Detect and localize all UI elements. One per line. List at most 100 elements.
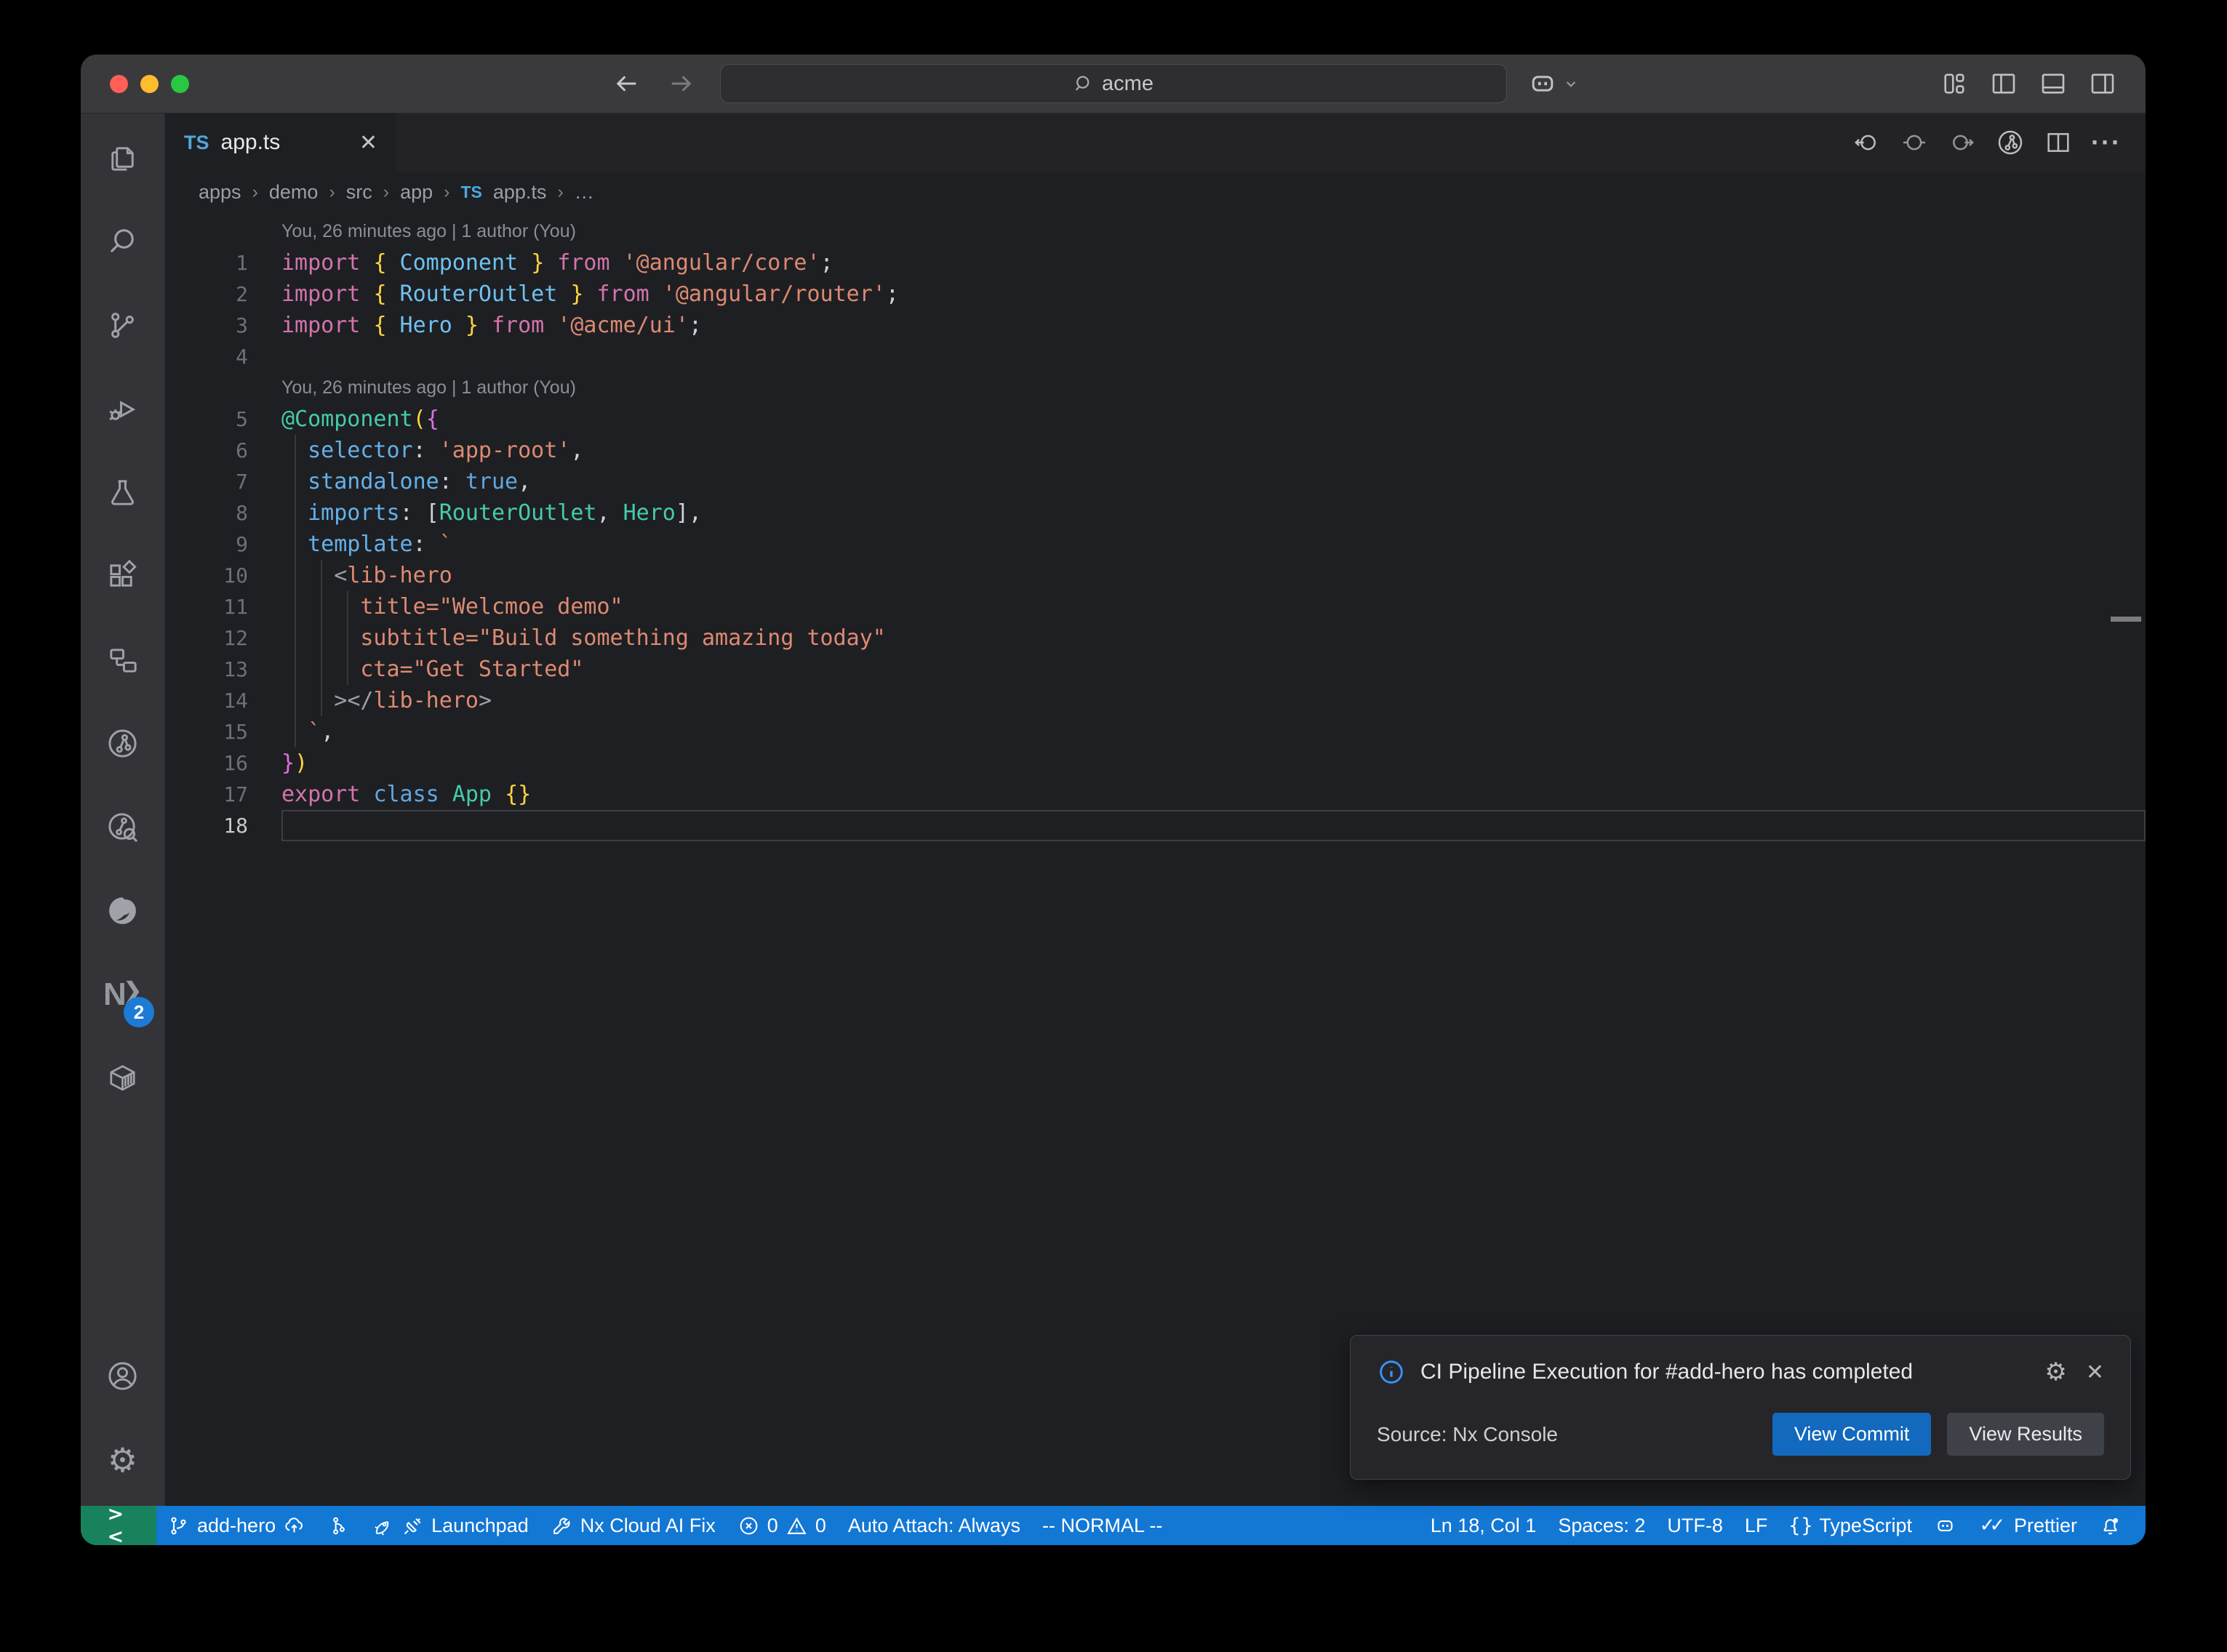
line-number: 10 bbox=[165, 560, 281, 591]
code-line-3: 3import { Hero } from '@acme/ui'; bbox=[165, 310, 2146, 341]
activity-run-and-debug[interactable] bbox=[81, 367, 164, 451]
status-cursor-position[interactable]: Ln 18, Col 1 bbox=[1420, 1506, 1548, 1545]
more-actions-button[interactable]: ··· bbox=[2092, 128, 2121, 157]
breadcrumb-item-src[interactable]: src bbox=[346, 181, 372, 204]
notification-settings-icon[interactable]: ⚙ bbox=[2044, 1358, 2066, 1387]
blame-annotation: You, 26 minutes ago | 1 author (You) bbox=[165, 216, 2146, 247]
code-area[interactable]: You, 26 minutes ago | 1 author (You)1imp… bbox=[165, 213, 2146, 1506]
activity-source-control[interactable] bbox=[81, 284, 164, 367]
indent-guide bbox=[321, 560, 322, 716]
breadcrumb-symbol[interactable]: … bbox=[575, 181, 594, 204]
activity-extensions[interactable] bbox=[81, 534, 164, 618]
toggle-primary-sidebar-button[interactable] bbox=[1988, 68, 2019, 99]
line-number: 4 bbox=[165, 341, 281, 372]
forward-arrow-button[interactable] bbox=[665, 68, 696, 99]
rocket-icon bbox=[372, 1515, 394, 1537]
notification-source: Source: Nx Console bbox=[1377, 1423, 1558, 1446]
activity-nx-console[interactable]: N❯2 bbox=[81, 953, 164, 1036]
code-line-4: 4 bbox=[165, 341, 2146, 372]
activity-edge-devtools[interactable] bbox=[81, 869, 164, 953]
line-content bbox=[281, 341, 2146, 372]
minimize-window-button[interactable] bbox=[140, 75, 159, 93]
toggle-panel-button[interactable] bbox=[2038, 68, 2068, 99]
status-eol[interactable]: LF bbox=[1734, 1506, 1779, 1545]
activity-manage[interactable]: ⚙ bbox=[81, 1418, 164, 1501]
code-line-12: 12 subtitle="Build something amazing tod… bbox=[165, 622, 2146, 654]
command-center-search[interactable]: acme bbox=[720, 64, 1507, 103]
line-content: imports: [RouterOutlet, Hero], bbox=[281, 497, 2146, 529]
line-number: 12 bbox=[165, 622, 281, 654]
close-tab-icon[interactable]: ✕ bbox=[359, 130, 377, 156]
code-line-8: 8 imports: [RouterOutlet, Hero], bbox=[165, 497, 2146, 529]
activity-explorer[interactable] bbox=[81, 116, 164, 200]
notification-close-icon[interactable]: ✕ bbox=[2086, 1360, 2104, 1385]
breadcrumb-separator: › bbox=[329, 182, 335, 203]
line-content: import { Hero } from '@acme/ui'; bbox=[281, 310, 2146, 341]
status-copilot[interactable] bbox=[1923, 1506, 1967, 1545]
breadcrumb-item-demo[interactable]: demo bbox=[269, 181, 319, 204]
line-content: import { Component } from '@angular/core… bbox=[281, 247, 2146, 278]
copilot-menu-button[interactable] bbox=[1527, 68, 1580, 100]
search-value: acme bbox=[1102, 72, 1154, 96]
line-content: cta="Get Started" bbox=[281, 654, 2146, 685]
status-label: Launchpad bbox=[431, 1515, 529, 1537]
status-remote[interactable]: >< bbox=[81, 1506, 156, 1545]
tab-app-ts[interactable]: TS app.ts ✕ bbox=[165, 113, 396, 172]
activity-project-view[interactable] bbox=[81, 618, 164, 702]
split-editor-button[interactable] bbox=[2044, 128, 2073, 157]
status-indentation[interactable]: Spaces: 2 bbox=[1547, 1506, 1656, 1545]
status-label: TypeScript bbox=[1819, 1515, 1912, 1537]
tab-bar: TS app.ts ✕ ··· bbox=[165, 113, 2146, 172]
activity-containers[interactable] bbox=[81, 1036, 164, 1120]
title-bar: acme bbox=[81, 55, 2146, 113]
code-line-14: 14 ></lib-hero> bbox=[165, 685, 2146, 716]
status-launchpad[interactable]: Launchpad bbox=[361, 1506, 540, 1545]
activity-graph-search[interactable] bbox=[81, 785, 164, 869]
overview-ruler-mark bbox=[2111, 617, 2141, 622]
status-encoding[interactable]: UTF-8 bbox=[1656, 1506, 1734, 1545]
view-results-button[interactable]: View Results bbox=[1947, 1413, 2104, 1456]
code-line-2: 2import { RouterOutlet } from '@angular/… bbox=[165, 278, 2146, 310]
line-number: 15 bbox=[165, 716, 281, 747]
code-line-9: 9 template: ` bbox=[165, 529, 2146, 560]
activity-accounts[interactable] bbox=[81, 1334, 164, 1418]
status-problems[interactable]: 00 bbox=[727, 1506, 837, 1545]
view-commit-button[interactable]: View Commit bbox=[1772, 1413, 1932, 1456]
line-content: title="Welcmoe demo" bbox=[281, 591, 2146, 622]
status-git-graph[interactable] bbox=[316, 1506, 361, 1545]
line-content: @Component({ bbox=[281, 404, 2146, 435]
customize-layout-button[interactable] bbox=[1939, 68, 1970, 99]
status-label: 0 bbox=[767, 1515, 778, 1537]
status-auto-attach[interactable]: Auto Attach: Always bbox=[837, 1506, 1031, 1545]
back-arrow-button[interactable] bbox=[612, 68, 642, 99]
breadcrumb-file[interactable]: app.ts bbox=[493, 181, 547, 204]
nav-forward-button[interactable] bbox=[1948, 128, 1977, 157]
status-prettier[interactable]: ✓✓Prettier bbox=[1967, 1506, 2088, 1545]
graph-search-icon bbox=[105, 810, 140, 844]
breadcrumb-item-apps[interactable]: apps bbox=[199, 181, 241, 204]
line-content: }) bbox=[281, 747, 2146, 779]
nav-back-button[interactable] bbox=[1852, 128, 1881, 157]
check-double-icon: ✓✓ bbox=[1978, 1515, 2007, 1537]
status-nx-cloud-ai-fix[interactable]: Nx Cloud AI Fix bbox=[540, 1506, 727, 1545]
activity-git-graph[interactable] bbox=[81, 702, 164, 785]
status-branch[interactable]: add-hero bbox=[156, 1506, 316, 1545]
toggle-secondary-sidebar-button[interactable] bbox=[2087, 68, 2118, 99]
status-vim-mode[interactable]: -- NORMAL -- bbox=[1031, 1506, 1173, 1545]
close-window-button[interactable] bbox=[110, 75, 128, 93]
edge-icon bbox=[105, 894, 140, 928]
status-notifications-bell[interactable] bbox=[2088, 1506, 2132, 1545]
activity-testing[interactable] bbox=[81, 451, 164, 534]
activity-search[interactable] bbox=[81, 200, 164, 284]
activity-badge: 2 bbox=[124, 997, 154, 1027]
zoom-window-button[interactable] bbox=[171, 75, 189, 93]
line-content: selector: 'app-root', bbox=[281, 435, 2146, 466]
nx-graph-button[interactable] bbox=[1996, 128, 2025, 157]
code-line-18: 18 bbox=[165, 810, 2146, 841]
breadcrumb-item-app[interactable]: app bbox=[400, 181, 433, 204]
status-label: 0 bbox=[815, 1515, 826, 1537]
status-language-mode[interactable]: {}TypeScript bbox=[1778, 1506, 1923, 1545]
notification-buttons: View Commit View Results bbox=[1772, 1413, 2104, 1456]
nav-position-button[interactable] bbox=[1900, 128, 1929, 157]
line-number: 11 bbox=[165, 591, 281, 622]
